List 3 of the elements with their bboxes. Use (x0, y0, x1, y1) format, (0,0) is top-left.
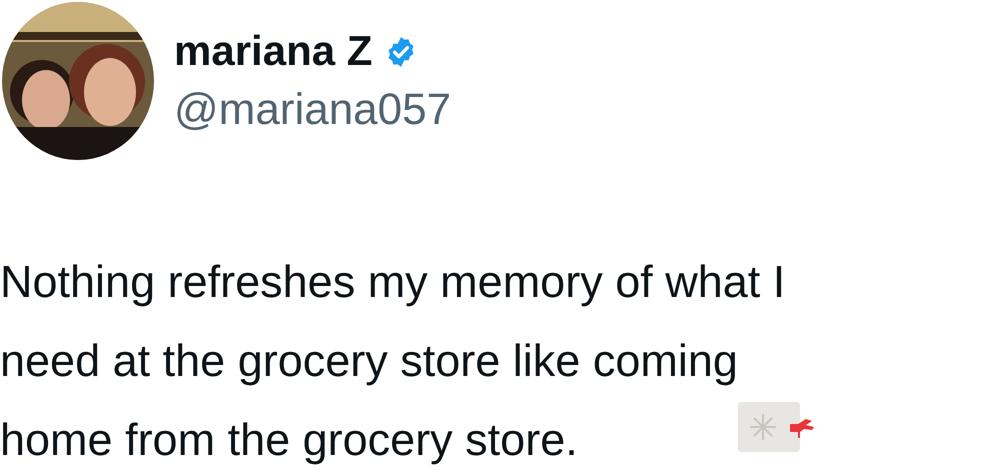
user-handle: @mariana057 (174, 84, 452, 136)
tweet-text: Nothing refreshes my memory of what I need at the grocery store like coming home from the grocery store. (0, 255, 786, 467)
display-name: mariana Z (174, 26, 372, 76)
